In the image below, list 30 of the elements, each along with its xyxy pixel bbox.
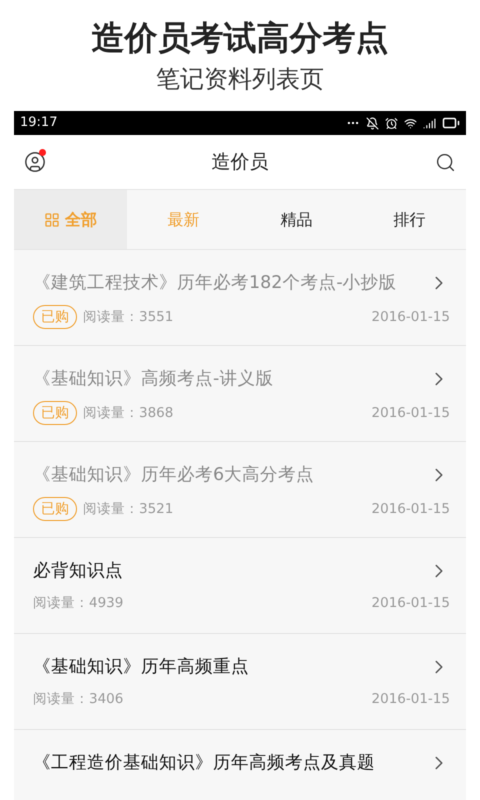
publish-date: 2016-01-15: [372, 308, 450, 327]
item-title: 《基础知识》历年高频重点: [33, 656, 249, 679]
read-count: 阅读量：3868: [83, 404, 174, 423]
search-button[interactable]: [434, 151, 456, 173]
purchased-tag: 已购: [33, 497, 77, 521]
promo-title: 造价员考试高分考点: [92, 18, 388, 58]
publish-date: 2016-01-15: [372, 690, 450, 709]
publish-date: 2016-01-15: [372, 500, 450, 519]
signal-icon: [423, 116, 436, 130]
status-time: 19:17: [20, 114, 58, 132]
wifi-icon: [404, 116, 417, 130]
publish-date: 2016-01-15: [372, 594, 450, 613]
promo-subtitle: 笔记资料列表页: [156, 64, 324, 94]
item-title: 《基础知识》历年必考6大高分考点: [33, 464, 314, 487]
alarm-icon: [385, 116, 398, 130]
muted-bell-icon: [366, 116, 379, 130]
read-count: 阅读量：3521: [83, 500, 174, 519]
item-title: 《工程造价基础知识》历年高频考点及真题: [33, 752, 375, 775]
publish-date: 2016-01-15: [372, 404, 450, 423]
purchased-tag: 已购: [33, 305, 77, 329]
read-count: 阅读量：4939: [33, 594, 124, 613]
profile-button[interactable]: [24, 151, 46, 173]
read-count: 阅读量：3551: [83, 308, 174, 327]
item-title: 《基础知识》高频考点-讲义版: [33, 368, 274, 391]
purchased-tag: 已购: [33, 401, 77, 425]
read-count: 阅读量：3406: [33, 690, 124, 709]
nav-title: 造价员: [210, 150, 270, 175]
item-title: 《建筑工程技术》历年必考182个考点-小抄版: [33, 272, 397, 295]
item-title: 必背知识点: [33, 560, 123, 583]
grid-icon: [44, 212, 60, 228]
